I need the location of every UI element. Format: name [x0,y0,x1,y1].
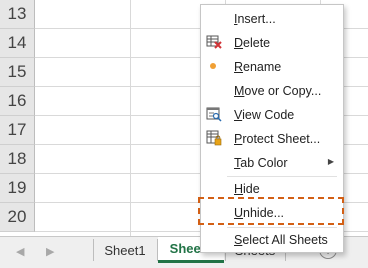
menu-item-label: Tab Color [234,156,288,170]
submenu-arrow-icon: ▶ [327,157,334,166]
menu-item-label: Hide [234,182,260,196]
menu-item-select-all-sheets[interactable]: Select All Sheets [201,228,343,251]
menu-item-rename[interactable]: Rename [201,55,343,78]
sheet-context-menu: Insert... Delete Rename Move or Copy... … [200,4,344,253]
menu-item-unhide[interactable]: Unhide... [201,201,343,224]
menu-item-protect-sheet[interactable]: Protect Sheet... [201,127,343,150]
menu-item-delete[interactable]: Delete [201,31,343,54]
menu-item-insert[interactable]: Insert... [201,7,343,30]
scroll-right-icon[interactable]: ▶ [46,245,54,258]
scroll-left-icon[interactable]: ◀ [16,245,24,258]
menu-item-label: Unhide... [234,206,285,220]
row-header-19[interactable]: 19 [0,174,35,203]
row-header-16[interactable]: 16 [0,87,35,116]
menu-item-view-code[interactable]: View Code [201,103,343,126]
row-header-15[interactable]: 15 [0,58,35,87]
menu-item-label: Delete [234,36,271,50]
menu-item-label: Select All Sheets [234,233,328,247]
rename-dot-icon [210,63,216,69]
sheet-tab-sheet1[interactable]: Sheet1 [94,237,156,263]
column-gridline [130,0,131,236]
row-header-20[interactable]: 20 [0,203,35,232]
menu-item-label: View Code [234,108,295,122]
delete-sheet-icon [206,35,222,49]
menu-item-hide[interactable]: Hide [201,177,343,200]
row-header-14[interactable]: 14 [0,29,35,58]
row-header-17[interactable]: 17 [0,116,35,145]
menu-item-label: Protect Sheet... [234,132,321,146]
menu-item-tab-color[interactable]: Tab Color ▶ [201,151,343,174]
view-code-icon [206,107,222,122]
protect-sheet-icon [206,130,222,146]
menu-item-label: Move or Copy... [234,84,322,98]
menu-item-label: Rename [234,60,282,74]
menu-item-label: Insert... [234,12,276,26]
row-header-18[interactable]: 18 [0,145,35,174]
menu-item-move-copy[interactable]: Move or Copy... [201,79,343,102]
row-header-13[interactable]: 13 [0,0,35,29]
